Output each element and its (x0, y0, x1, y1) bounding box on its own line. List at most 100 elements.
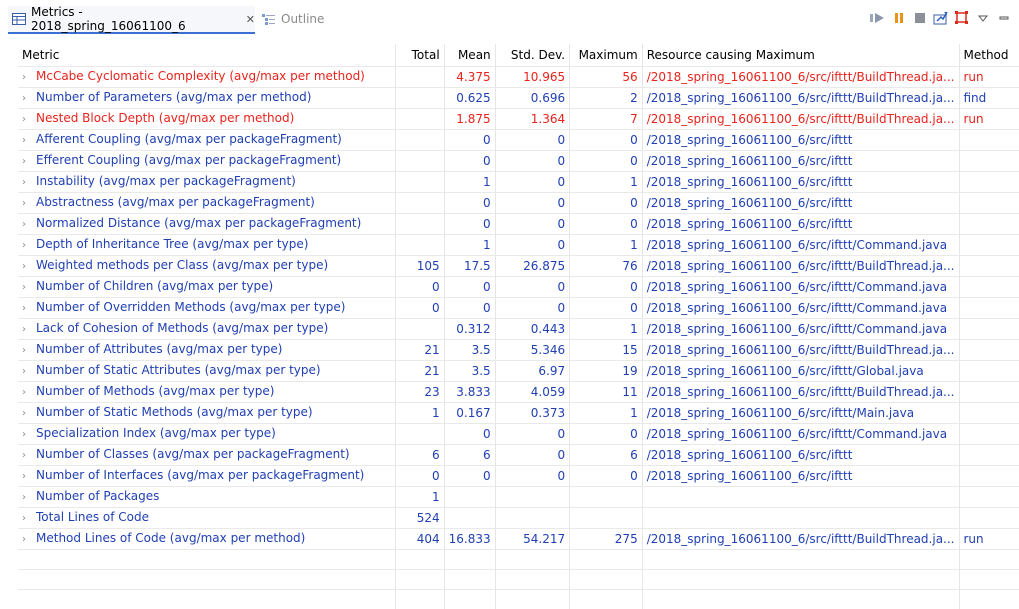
table-row[interactable]: ›Number of Parameters (avg/max per metho… (18, 88, 1019, 109)
expand-chevron-icon[interactable]: › (22, 467, 36, 486)
total-cell: 23 (396, 382, 444, 403)
expand-chevron-icon[interactable]: › (22, 278, 36, 297)
resource-cell (642, 487, 959, 508)
table-row[interactable]: ›Number of Methods (avg/max per type)233… (18, 382, 1019, 403)
empty-row (18, 550, 1019, 570)
pause-icon[interactable] (891, 10, 906, 25)
stop-icon[interactable] (912, 10, 927, 25)
column-header-maximum[interactable]: Maximum (570, 44, 643, 67)
std-dev-cell: 0 (495, 172, 569, 193)
column-header-method[interactable]: Method (959, 44, 1019, 67)
empty-cell (642, 590, 959, 609)
resource-cell: /2018_spring_16061100_6/src/ifttt (642, 130, 959, 151)
expand-chevron-icon[interactable]: › (22, 320, 36, 339)
expand-chevron-icon[interactable]: › (22, 341, 36, 360)
resource-cell: /2018_spring_16061100_6/src/ifttt/Comman… (642, 424, 959, 445)
table-row[interactable]: ›Number of Packages1 (18, 487, 1019, 508)
resource-cell: /2018_spring_16061100_6/src/ifttt/Comman… (642, 319, 959, 340)
table-row[interactable]: ›Number of Interfaces (avg/max per packa… (18, 466, 1019, 487)
expand-chevron-icon[interactable]: › (22, 236, 36, 255)
column-header-resource[interactable]: Resource causing Maximum (642, 44, 959, 67)
metric-cell: ›Afferent Coupling (avg/max per packageF… (18, 130, 396, 151)
expand-chevron-icon[interactable]: › (22, 446, 36, 465)
table-row[interactable]: ›Number of Classes (avg/max per packageF… (18, 445, 1019, 466)
method-cell (959, 487, 1019, 508)
expand-chevron-icon[interactable]: › (22, 425, 36, 444)
table-row[interactable]: ›Abstractness (avg/max per packageFragme… (18, 193, 1019, 214)
expand-chevron-icon[interactable]: › (22, 89, 36, 108)
expand-chevron-icon[interactable]: › (22, 131, 36, 150)
empty-cell (396, 570, 444, 590)
table-row[interactable]: ›Number of Static Attributes (avg/max pe… (18, 361, 1019, 382)
expand-chevron-icon[interactable]: › (22, 362, 36, 381)
table-row[interactable]: ›Total Lines of Code524 (18, 508, 1019, 529)
table-row[interactable]: ›Number of Attributes (avg/max per type)… (18, 340, 1019, 361)
play-icon[interactable] (870, 10, 885, 25)
mean-cell: 6 (444, 445, 495, 466)
resource-cell: /2018_spring_16061100_6/src/ifttt/Comman… (642, 235, 959, 256)
metrics-table: Metric Total Mean Std. Dev. Maximum Reso… (18, 44, 1019, 609)
resource-cell: /2018_spring_16061100_6/src/ifttt (642, 151, 959, 172)
expand-chevron-icon[interactable]: › (22, 509, 36, 528)
expand-chevron-icon[interactable]: › (22, 257, 36, 276)
table-row[interactable]: ›Depth of Inheritance Tree (avg/max per … (18, 235, 1019, 256)
column-header-total[interactable]: Total (396, 44, 444, 67)
close-icon[interactable]: ✕ (246, 13, 255, 26)
tab-metrics[interactable]: Metrics - 2018_spring_16061100_6 ✕ (8, 6, 255, 34)
table-row[interactable]: ›Number of Static Methods (avg/max per t… (18, 403, 1019, 424)
expand-chevron-icon[interactable]: › (22, 404, 36, 423)
expand-chevron-icon[interactable]: › (22, 530, 36, 549)
method-cell (959, 508, 1019, 529)
metric-label: Number of Static Attributes (avg/max per… (36, 363, 321, 377)
std-dev-cell: 0.443 (495, 319, 569, 340)
table-row[interactable]: ›Lack of Cohesion of Methods (avg/max pe… (18, 319, 1019, 340)
layout-icon[interactable] (954, 10, 969, 25)
table-row[interactable]: ›Specialization Index (avg/max per type)… (18, 424, 1019, 445)
metric-label: Instability (avg/max per packageFragment… (36, 174, 296, 188)
mean-cell: 0 (444, 130, 495, 151)
table-row[interactable]: ›Number of Overridden Methods (avg/max p… (18, 298, 1019, 319)
resource-cell (642, 508, 959, 529)
expand-chevron-icon[interactable]: › (22, 173, 36, 192)
metric-label: Weighted methods per Class (avg/max per … (36, 258, 328, 272)
resource-cell: /2018_spring_16061100_6/src/ifttt/BuildT… (642, 340, 959, 361)
empty-cell (444, 570, 495, 590)
table-row[interactable]: ›Afferent Coupling (avg/max per packageF… (18, 130, 1019, 151)
maximum-cell: 0 (570, 424, 643, 445)
table-row[interactable]: ›Number of Children (avg/max per type)00… (18, 277, 1019, 298)
resource-cell: /2018_spring_16061100_6/src/ifttt/BuildT… (642, 382, 959, 403)
resource-cell: /2018_spring_16061100_6/src/ifttt/Comman… (642, 277, 959, 298)
table-row[interactable]: ›McCabe Cyclomatic Complexity (avg/max p… (18, 67, 1019, 88)
table-row[interactable]: ›Nested Block Depth (avg/max per method)… (18, 109, 1019, 130)
metric-label: Number of Interfaces (avg/max per packag… (36, 468, 364, 482)
table-row[interactable]: ›Instability (avg/max per packageFragmen… (18, 172, 1019, 193)
method-cell: find (959, 88, 1019, 109)
method-cell (959, 466, 1019, 487)
table-row[interactable]: ›Method Lines of Code (avg/max per metho… (18, 529, 1019, 550)
expand-chevron-icon[interactable]: › (22, 68, 36, 87)
maximum-cell: 0 (570, 193, 643, 214)
table-row[interactable]: ›Normalized Distance (avg/max per packag… (18, 214, 1019, 235)
view-menu-icon[interactable] (975, 10, 990, 25)
expand-chevron-icon[interactable]: › (22, 215, 36, 234)
expand-chevron-icon[interactable]: › (22, 383, 36, 402)
total-cell: 524 (396, 508, 444, 529)
metric-cell: ›Number of Classes (avg/max per packageF… (18, 445, 396, 466)
table-row[interactable]: ›Efferent Coupling (avg/max per packageF… (18, 151, 1019, 172)
tab-outline[interactable]: Outline (258, 6, 324, 32)
expand-chevron-icon[interactable]: › (22, 110, 36, 129)
minimize-icon[interactable] (996, 10, 1011, 25)
column-header-std-dev[interactable]: Std. Dev. (495, 44, 569, 67)
expand-chevron-icon[interactable]: › (22, 194, 36, 213)
column-header-mean[interactable]: Mean (444, 44, 495, 67)
expand-chevron-icon[interactable]: › (22, 488, 36, 507)
export-icon[interactable] (933, 10, 948, 25)
mean-cell: 16.833 (444, 529, 495, 550)
table-row[interactable]: ›Weighted methods per Class (avg/max per… (18, 256, 1019, 277)
column-header-metric[interactable]: Metric (18, 44, 396, 67)
std-dev-cell: 0 (495, 214, 569, 235)
total-cell: 6 (396, 445, 444, 466)
expand-chevron-icon[interactable]: › (22, 152, 36, 171)
empty-cell (570, 590, 643, 609)
expand-chevron-icon[interactable]: › (22, 299, 36, 318)
